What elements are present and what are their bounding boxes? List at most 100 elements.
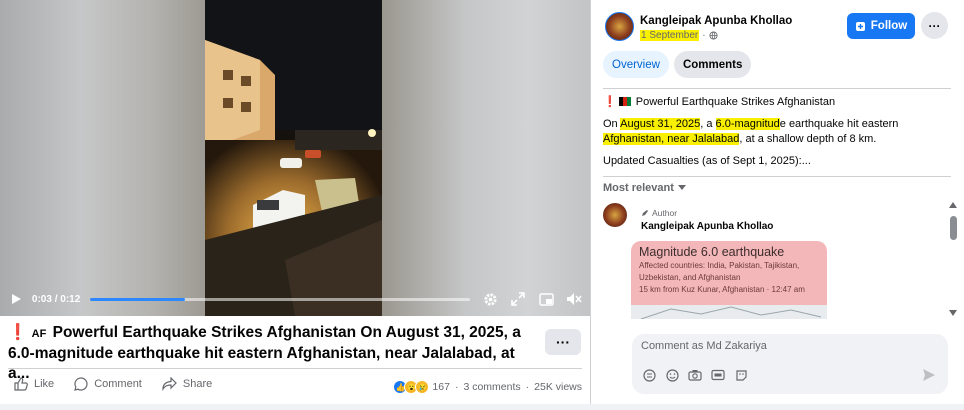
camera-button[interactable] [688, 368, 702, 382]
post-actions: Like Comment Share [14, 377, 212, 391]
author-badge: Author [641, 208, 677, 218]
comments-scrollbar[interactable] [948, 198, 958, 320]
earthquake-info-card[interactable]: Magnitude 6.0 earthquake Affected countr… [631, 241, 827, 319]
comment-icon [74, 377, 88, 391]
desc-highlight-magnitude: 6.0-magnitud [715, 117, 780, 130]
caret-down-icon [677, 185, 686, 190]
emoji-button[interactable] [665, 368, 679, 382]
pencil-icon [642, 210, 648, 216]
video-control-icons [482, 291, 582, 307]
afghanistan-flag-icon [618, 97, 631, 106]
post-date[interactable]: 1 September [640, 30, 700, 41]
post-stats: 👍 😮 😢 167 · 3 comments · 25K views [393, 380, 582, 394]
tab-overview[interactable]: Overview [603, 51, 669, 78]
pip-button[interactable] [538, 291, 554, 307]
map-lines [640, 306, 822, 319]
date-separator: · [702, 30, 706, 41]
composer-tools [642, 368, 748, 382]
video-player[interactable]: 0:03 / 0:12 [0, 0, 590, 316]
gif-icon [711, 369, 725, 381]
like-button[interactable]: Like [14, 377, 54, 391]
send-icon[interactable] [922, 368, 936, 382]
sad-reaction-icon: 😢 [415, 380, 430, 394]
volume-muted-icon [567, 293, 582, 305]
description-paragraph: On August 31, 2025, a 6.0-magnitude eart… [603, 117, 948, 148]
avatar-sticker-icon [735, 369, 747, 381]
sort-label: Most relevant [603, 182, 674, 194]
exclamation-icon: ❗ [603, 96, 617, 108]
panel-divider [603, 176, 951, 177]
follow-icon [855, 21, 865, 31]
comment-sort-dropdown[interactable]: Most relevant [603, 182, 686, 194]
post-more-button[interactable]: ··· [545, 329, 581, 355]
pip-icon [538, 292, 554, 306]
comment-button[interactable]: Comment [74, 377, 142, 391]
post-details-panel: Kangleipak Apunba Khollao 1 September · … [590, 0, 964, 404]
desc-text: e earthquake hit eastern [779, 117, 899, 130]
description-casualties[interactable]: Updated Casualties (as of Sept 1, 2025):… [603, 154, 948, 170]
volume-button[interactable] [566, 291, 582, 307]
quake-card-map [631, 305, 827, 319]
quake-card-line: Uzbekistan, and Afghanistan [639, 273, 741, 282]
desc-text: On [603, 117, 621, 130]
play-icon [11, 294, 21, 304]
like-label: Like [34, 378, 55, 390]
panel-tabs: Overview Comments [603, 51, 752, 78]
page-avatar[interactable] [605, 12, 634, 41]
share-button[interactable]: Share [162, 377, 212, 391]
comment-input[interactable] [641, 340, 931, 352]
video-time: 0:03 / 0:12 [31, 293, 81, 305]
desc-highlight-place: Afghanistan, near Jalalabad [603, 133, 740, 145]
scroll-up-icon[interactable] [949, 201, 957, 209]
flag-emoji: AF [31, 328, 47, 340]
stats-separator: · [454, 381, 459, 393]
video-blur-right [382, 0, 590, 316]
share-icon [162, 377, 177, 391]
sticker-icon [642, 368, 656, 382]
post-description: ❗ Powerful Earthquake Strikes Afghanista… [603, 95, 948, 175]
gif-button[interactable] [711, 368, 725, 382]
scrollbar-thumb[interactable] [950, 216, 957, 240]
stats-separator: · [525, 381, 530, 393]
camera-icon [688, 370, 702, 381]
video-progress-bar[interactable] [90, 297, 470, 301]
post-date-line: 1 September · [640, 30, 718, 41]
comment-composer [632, 334, 948, 394]
tab-comments[interactable]: Comments [673, 51, 752, 78]
comments-count[interactable]: 3 comments [463, 381, 520, 393]
expand-icon [511, 292, 525, 306]
share-label: Share [182, 378, 213, 390]
reaction-count[interactable]: 167 [432, 381, 450, 393]
panel-more-button[interactable]: ··· [921, 12, 948, 39]
play-button[interactable] [8, 291, 24, 307]
video-progress-fill [90, 297, 186, 301]
post-title: ❗ AF Powerful Earthquake Strikes Afghani… [8, 323, 528, 384]
page: 0:03 / 0:12 ❗ AF Powerful Earthquake Str… [0, 0, 964, 410]
emoji-icon [665, 368, 679, 382]
author-badge-label: Author [652, 208, 678, 218]
sticker-button[interactable] [642, 368, 656, 382]
follow-label: Follow [870, 20, 908, 32]
video-frame[interactable] [205, 0, 382, 316]
post-title-text: Powerful Earthquake Strikes Afghanistan … [8, 324, 521, 382]
commenter-avatar[interactable] [603, 203, 627, 227]
quake-card-title: Magnitude 6.0 earthquake [639, 245, 785, 259]
panel-divider [603, 88, 951, 89]
bottom-bar [0, 404, 964, 410]
reaction-icons[interactable]: 👍 😮 😢 [393, 380, 430, 394]
desc-text: , at a shallow depth of 8 km. [739, 133, 877, 145]
headline-text: Powerful Earthquake Strikes Afghanistan [635, 96, 836, 108]
expand-button[interactable] [510, 291, 526, 307]
scroll-down-icon[interactable] [949, 309, 957, 317]
quake-card-line: 15 km from Kuz Kunar, Afghanistan · 12:4… [639, 285, 805, 294]
follow-button[interactable]: Follow [847, 13, 915, 39]
comment-author-name[interactable]: Kangleipak Apunba Khollao [641, 221, 773, 232]
post-divider [8, 368, 582, 369]
avatar-sticker-button[interactable] [734, 368, 748, 382]
settings-button[interactable] [482, 291, 498, 307]
video-scene [205, 0, 382, 316]
exclamation-icon: ❗ [8, 324, 28, 341]
settings-icon [483, 292, 497, 306]
page-name[interactable]: Kangleipak Apunba Khollao [640, 15, 792, 27]
description-headline: ❗ Powerful Earthquake Strikes Afghanista… [603, 95, 948, 111]
